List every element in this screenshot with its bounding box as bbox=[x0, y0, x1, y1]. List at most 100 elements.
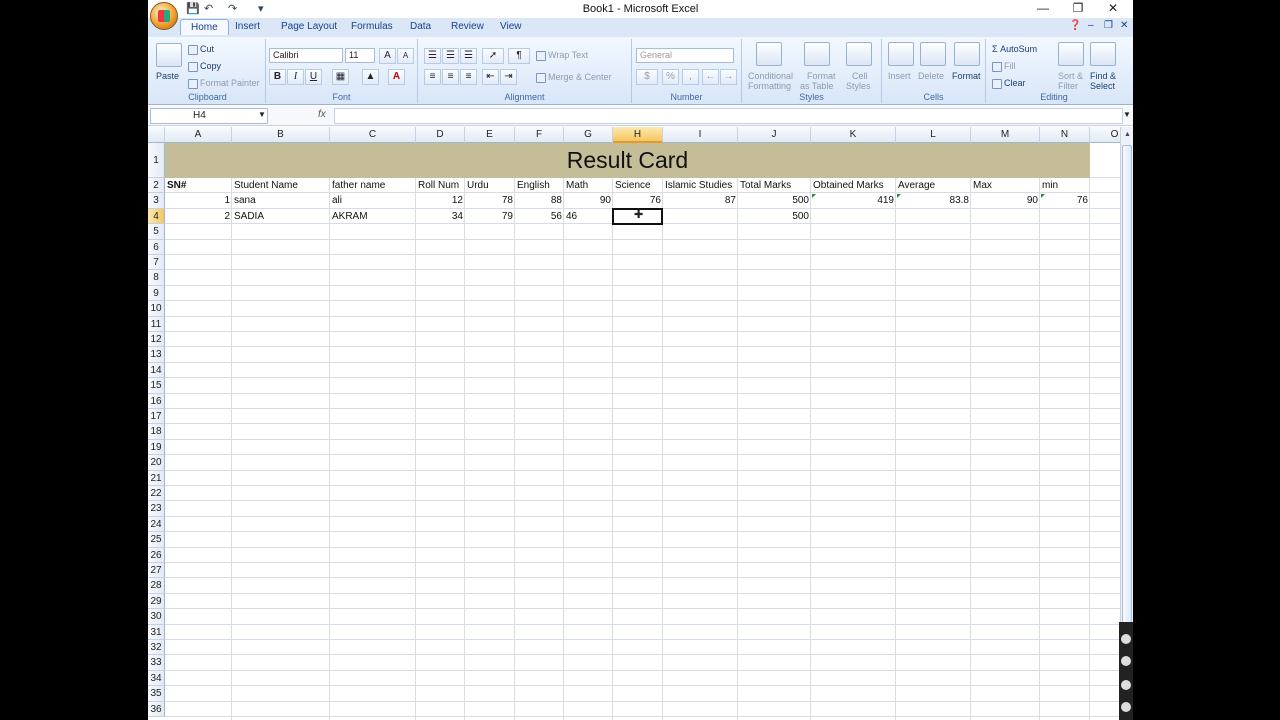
font-name-select[interactable]: Calibri bbox=[269, 48, 343, 63]
formula-input[interactable] bbox=[334, 108, 1123, 124]
column-header-o[interactable]: O bbox=[1090, 127, 1120, 143]
conditional-formatting-line2[interactable]: Formatting bbox=[748, 81, 791, 91]
redo-icon[interactable]: ↷ bbox=[228, 2, 237, 15]
speaker-icon[interactable] bbox=[1121, 702, 1131, 712]
header-cell[interactable]: Obtained Marks bbox=[811, 178, 896, 193]
row-header-1[interactable]: 1 bbox=[148, 143, 165, 178]
cell-styles-icon[interactable] bbox=[846, 42, 872, 66]
tab-insert[interactable]: Insert bbox=[235, 21, 260, 32]
row-header-31[interactable]: 31 bbox=[148, 624, 165, 640]
close-icon[interactable]: ✕ bbox=[1103, 1, 1123, 15]
ribbon-close-icon[interactable]: ✕ bbox=[1120, 20, 1128, 31]
header-cell[interactable]: Total Marks bbox=[738, 178, 811, 193]
merge-center-button[interactable]: Merge & Center bbox=[536, 72, 612, 83]
scroll-up-icon[interactable]: ▲ bbox=[1122, 129, 1133, 140]
row-header-34[interactable]: 34 bbox=[148, 670, 165, 687]
row-header-30[interactable]: 30 bbox=[148, 609, 165, 625]
header-cell[interactable]: Student Name bbox=[232, 178, 330, 193]
format-cells-icon[interactable] bbox=[954, 42, 980, 66]
row-header-33[interactable]: 33 bbox=[148, 655, 165, 671]
row-header-2[interactable]: 2 bbox=[148, 178, 165, 194]
cell-styles-line1[interactable]: Cell bbox=[852, 71, 868, 81]
row-header-18[interactable]: 18 bbox=[148, 424, 165, 440]
data-cell[interactable]: 83.8 bbox=[896, 193, 971, 208]
row-header-13[interactable]: 13 bbox=[148, 347, 165, 363]
data-cell[interactable]: 500 bbox=[738, 193, 811, 208]
sort-filter-line1[interactable]: Sort & bbox=[1058, 71, 1083, 81]
worksheet-grid[interactable]: ABCDEFGHIJKLMNO 1 2 3 4 5 6 7 8 9 10 11 12 13 14 15 16 1… bbox=[148, 127, 1120, 720]
column-header-i[interactable]: I bbox=[663, 127, 738, 143]
increase-decimal-icon[interactable]: ← bbox=[702, 69, 719, 85]
column-header-d[interactable]: D bbox=[416, 127, 465, 143]
insert-cells-button[interactable]: Insert bbox=[888, 71, 911, 81]
row-header-28[interactable]: 28 bbox=[148, 578, 165, 594]
name-box[interactable]: H4 bbox=[150, 108, 268, 124]
format-as-table-icon[interactable] bbox=[804, 42, 830, 66]
data-cell[interactable]: SADIA bbox=[232, 209, 330, 224]
data-cell[interactable]: 88 bbox=[515, 193, 564, 208]
format-as-table-line1[interactable]: Format bbox=[807, 71, 836, 81]
delete-cells-button[interactable]: Delete bbox=[918, 71, 944, 81]
column-header-b[interactable]: B bbox=[232, 127, 330, 143]
find-select-icon[interactable] bbox=[1090, 42, 1116, 66]
conditional-formatting-line1[interactable]: Conditional bbox=[748, 71, 793, 81]
insert-cells-icon[interactable] bbox=[888, 42, 914, 66]
header-cell[interactable]: Max bbox=[971, 178, 1040, 193]
number-format-select[interactable]: General bbox=[636, 48, 734, 63]
row-header-15[interactable]: 15 bbox=[148, 378, 165, 394]
tab-home[interactable]: Home bbox=[180, 19, 229, 35]
fill-color-button[interactable]: ▲ bbox=[362, 69, 379, 85]
column-header-m[interactable]: M bbox=[971, 127, 1040, 143]
row-header-19[interactable]: 19 bbox=[148, 439, 165, 456]
fx-icon[interactable]: fx bbox=[318, 109, 326, 120]
row-header-21[interactable]: 21 bbox=[148, 470, 165, 486]
expand-formula-bar-icon[interactable]: ▼ bbox=[1123, 110, 1131, 119]
column-header-l[interactable]: L bbox=[896, 127, 971, 143]
percent-button[interactable]: % bbox=[662, 69, 679, 85]
data-cell[interactable]: 90 bbox=[564, 193, 613, 208]
ribbon-minimize-icon[interactable]: – bbox=[1088, 20, 1094, 31]
header-cell[interactable]: Islamic Studies bbox=[663, 178, 738, 193]
align-top-icon[interactable]: ☰ bbox=[424, 48, 441, 64]
tab-page-layout[interactable]: Page Layout bbox=[281, 21, 337, 32]
format-as-table-line2[interactable]: as Table bbox=[800, 81, 833, 91]
row-header-3[interactable]: 3 bbox=[148, 193, 165, 209]
autosum-button[interactable]: Σ AutoSum bbox=[992, 44, 1037, 54]
data-cell[interactable]: 90 bbox=[971, 193, 1040, 208]
customize-toolbar-icon[interactable]: ▾ bbox=[258, 2, 264, 15]
data-cell[interactable]: 56 bbox=[515, 209, 564, 224]
row-header-4[interactable]: 4 bbox=[148, 208, 165, 225]
tab-review[interactable]: Review bbox=[451, 21, 484, 32]
row-header-6[interactable]: 6 bbox=[148, 239, 165, 255]
row-header-12[interactable]: 12 bbox=[148, 332, 165, 348]
align-right-icon[interactable]: ≡ bbox=[460, 69, 477, 85]
fill-button[interactable]: Fill bbox=[992, 61, 1016, 72]
row-header-32[interactable]: 32 bbox=[148, 640, 165, 656]
clear-button[interactable]: Clear bbox=[992, 78, 1026, 89]
header-cell[interactable]: father name bbox=[330, 178, 416, 193]
row-header-36[interactable]: 36 bbox=[148, 701, 165, 717]
italic-button[interactable]: I bbox=[287, 69, 304, 85]
row-header-5[interactable]: 5 bbox=[148, 224, 165, 240]
header-cell[interactable]: Roll Num bbox=[416, 178, 465, 193]
data-cell[interactable]: 500 bbox=[738, 209, 811, 224]
row-header-23[interactable]: 23 bbox=[148, 501, 165, 517]
result-card-banner[interactable]: Result Card bbox=[165, 143, 1090, 178]
header-cell[interactable]: min bbox=[1040, 178, 1090, 193]
row-header-10[interactable]: 10 bbox=[148, 301, 165, 317]
row-header-29[interactable]: 29 bbox=[148, 593, 165, 610]
header-cell[interactable]: Math bbox=[564, 178, 613, 193]
data-cell[interactable]: 2 bbox=[165, 209, 232, 224]
office-button[interactable] bbox=[150, 2, 178, 30]
save-icon[interactable]: 💾 bbox=[186, 2, 200, 15]
align-middle-icon[interactable]: ☰ bbox=[442, 48, 459, 64]
record-icon[interactable] bbox=[1121, 656, 1131, 666]
grow-font-button[interactable]: A bbox=[379, 48, 396, 64]
increase-indent-icon[interactable]: ⇥ bbox=[500, 69, 517, 85]
header-cell[interactable]: Urdu bbox=[465, 178, 515, 193]
cell-styles-line2[interactable]: Styles bbox=[846, 81, 871, 91]
data-cell[interactable]: 76 bbox=[1040, 193, 1090, 208]
header-cell[interactable]: Science bbox=[613, 178, 663, 193]
data-cell[interactable]: 87 bbox=[663, 193, 738, 208]
data-cell[interactable]: 76 bbox=[613, 193, 663, 208]
